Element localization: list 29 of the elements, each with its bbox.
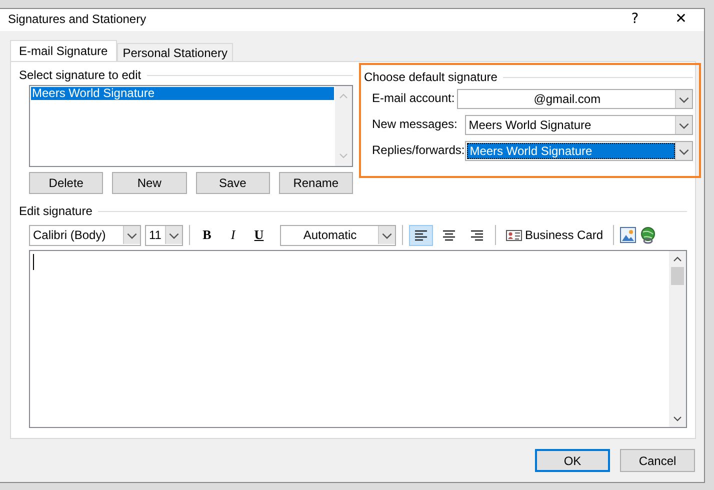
tab[interactable]: Personal Stationery xyxy=(116,43,234,61)
dialog-button[interactable]: Cancel xyxy=(620,449,695,472)
dropdown[interactable]: Automatic xyxy=(280,224,396,246)
italic-button[interactable]: I xyxy=(222,224,244,246)
dropdown[interactable]: Calibri (Body) xyxy=(29,224,141,246)
dropdown[interactable]: @gmail.com xyxy=(456,89,693,109)
section-heading: Choose default signature xyxy=(364,70,498,84)
dropdown[interactable]: 11 xyxy=(145,224,183,246)
help-button[interactable]: ? xyxy=(612,9,658,29)
bold-button[interactable]: B xyxy=(196,224,218,246)
window-title: Signatures and Stationery xyxy=(8,12,146,26)
field-label: New messages: xyxy=(372,116,458,131)
action-button[interactable]: Rename xyxy=(278,172,353,194)
action-button[interactable]: New xyxy=(112,172,186,194)
close-button[interactable]: ✕ xyxy=(658,9,704,29)
underline-button[interactable]: U xyxy=(248,224,270,246)
field-label: E-mail account: xyxy=(372,90,455,105)
tab[interactable]: E-mail Signature xyxy=(10,40,117,61)
action-button[interactable]: Delete xyxy=(29,172,104,194)
dropdown[interactable]: Meers World Signature xyxy=(464,141,693,161)
business-card-button[interactable]: Business Card xyxy=(502,224,608,246)
list-item[interactable]: Meers World Signature xyxy=(31,87,334,100)
dropdown[interactable]: Meers World Signature xyxy=(464,115,693,135)
section-heading: Edit signature xyxy=(19,204,92,218)
signature-list[interactable]: Meers World Signature xyxy=(29,85,353,167)
field-label: Replies/forwards: xyxy=(372,142,465,157)
dialog-button[interactable]: OK xyxy=(535,449,610,472)
section-heading: Select signature to edit xyxy=(19,68,142,82)
action-button[interactable]: Save xyxy=(196,172,270,194)
